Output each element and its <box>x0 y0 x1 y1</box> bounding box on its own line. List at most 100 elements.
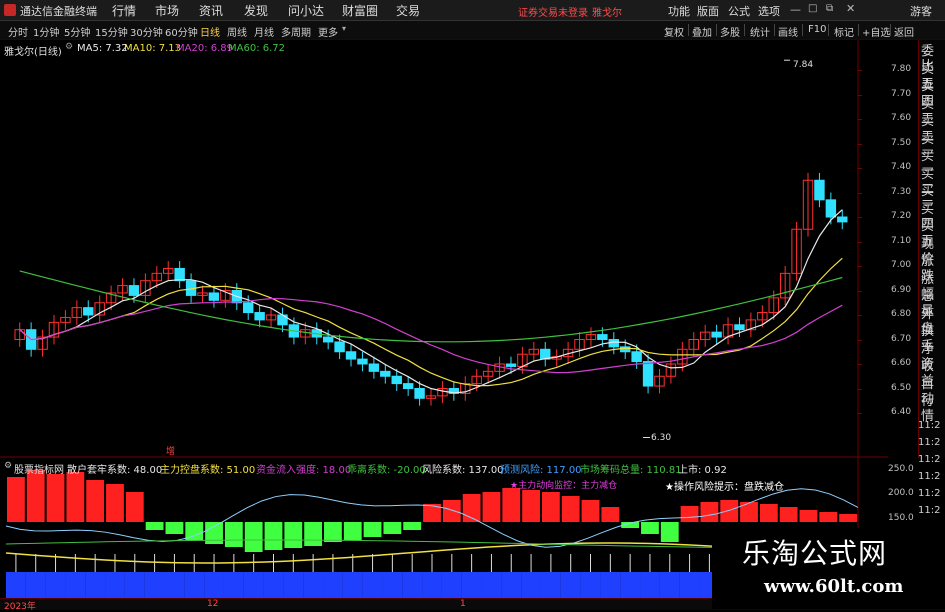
candle-body <box>254 312 265 321</box>
indicator-axis-200: 200.0 <box>888 488 914 498</box>
indicator-green-bar <box>324 522 342 542</box>
indicator-gear-icon[interactable]: ⚙ <box>4 461 12 471</box>
tab-multi-period[interactable]: 多周期 <box>281 24 311 39</box>
stats-button[interactable]: 统计 <box>750 24 770 39</box>
price-axis-tick <box>858 119 862 120</box>
indicator-blue-bar <box>461 572 482 598</box>
menu-trade[interactable]: 交易 <box>396 2 420 19</box>
indicator-red-bar <box>125 492 144 522</box>
settings-gear-icon[interactable]: ⚙ <box>65 42 73 52</box>
candle-body <box>608 339 620 348</box>
indicator-blue-bar <box>65 572 86 598</box>
maximize-icon[interactable]: □ <box>808 3 817 14</box>
ma5-label: MA5: 7.32 <box>77 43 128 54</box>
tab-30min[interactable]: 30分钟 <box>130 24 163 39</box>
indicator-red-bar <box>779 507 798 522</box>
indicator-red-bar <box>819 512 838 522</box>
indicator-green-bar <box>383 522 402 534</box>
login-status[interactable]: 证券交易未登录 <box>518 4 588 19</box>
tab-60min[interactable]: 60分钟 <box>165 24 198 39</box>
indicator-blue-bar <box>382 572 403 598</box>
indicator-value-6: 预测风险: 117.00 <box>500 465 582 476</box>
user-guest[interactable]: 游客 <box>910 3 932 19</box>
indicator-green-bar <box>304 522 323 546</box>
kline-chart-svg[interactable] <box>0 40 888 458</box>
price-axis-label: 7.10 <box>891 235 912 246</box>
candle-body <box>711 331 722 338</box>
ma60-label: MA60: 6.72 <box>228 43 286 54</box>
tab-5min[interactable]: 5分钟 <box>64 24 90 39</box>
mark-button[interactable]: 标记 <box>834 24 854 39</box>
date-label-dec: 12 <box>207 599 219 609</box>
price-axis-tick <box>858 413 862 414</box>
close-icon[interactable]: ✕ <box>846 2 855 15</box>
indicator-red-bar <box>541 492 560 522</box>
chart-background <box>0 40 888 458</box>
candle-body <box>814 179 825 201</box>
app-title: 通达信金融终端 <box>20 5 97 18</box>
indicator-red-bar <box>502 488 521 522</box>
adjust-button[interactable]: 复权 <box>664 24 684 39</box>
add-watchlist-button[interactable]: +自选 <box>862 24 890 39</box>
indicator-name[interactable]: 股票指标网 <box>14 461 64 476</box>
indicator-blue-bar <box>481 572 502 598</box>
chevron-down-icon[interactable]: ▾ <box>342 24 346 33</box>
menu-options[interactable]: 选项 <box>758 3 780 19</box>
menu-quotes[interactable]: 行情 <box>112 2 136 19</box>
indicator-red-bar <box>740 502 758 522</box>
indicator-blue-bar <box>243 572 264 598</box>
price-axis-label: 7.40 <box>891 162 912 172</box>
indicator-blue-bar <box>164 572 185 598</box>
menu-discover[interactable]: 发现 <box>244 2 268 19</box>
indicator-value-1: 散户套牢系数: 48.00 <box>67 465 163 476</box>
menu-ask[interactable]: 问小达 <box>288 2 324 19</box>
menu-news[interactable]: 资讯 <box>199 2 223 19</box>
indicator-red-bar <box>799 510 818 522</box>
menu-market[interactable]: 市场 <box>155 2 179 19</box>
menu-wealth-circle[interactable]: 财富圈 <box>342 2 378 19</box>
tab-15min[interactable]: 15分钟 <box>95 24 128 39</box>
indicator-blue-bar <box>362 572 383 598</box>
back-button[interactable]: 返回 <box>894 24 914 39</box>
price-axis-tick <box>858 168 862 169</box>
tab-monthly[interactable]: 月线 <box>254 24 274 39</box>
tab-timeshare[interactable]: 分时 <box>8 24 28 39</box>
indicator-green-bar <box>145 522 164 530</box>
menu-function[interactable]: 功能 <box>668 3 690 19</box>
multi-stock-button[interactable]: 多股 <box>720 24 740 39</box>
chart-title: 雅戈尔(日线) <box>4 47 62 58</box>
tab-more[interactable]: 更多 <box>318 24 338 39</box>
candle-body <box>242 302 254 314</box>
indicator-blue-bar <box>263 572 284 598</box>
candle-body <box>391 375 402 385</box>
indicator-blue-bar <box>679 572 700 598</box>
indicator-blue-bar <box>303 572 324 598</box>
draw-line-button[interactable]: 画线 <box>778 24 798 39</box>
indicator-blue-bar <box>184 572 205 598</box>
title-bar: 通达信金融终端 行情 市场 资讯 发现 问小达 财富圈 交易 证券交易未登录 雅… <box>0 0 945 21</box>
tab-weekly[interactable]: 周线 <box>227 24 247 39</box>
indicator-blue-bar <box>204 572 224 598</box>
menu-layout[interactable]: 版面 <box>697 3 719 19</box>
f10-button[interactable]: F10 <box>808 24 826 35</box>
price-axis-label: 6.80 <box>891 309 912 319</box>
candle-body <box>734 324 745 331</box>
kline-chart-area[interactable]: 雅戈尔(日线) ⚙ MA5: 7.32 MA10: 7.13 MA20: 6.8… <box>0 40 911 458</box>
price-axis-label: 7.30 <box>891 186 912 197</box>
candle-body <box>402 383 414 390</box>
price-axis-tick <box>858 217 862 218</box>
indicator-red-bar <box>522 490 540 522</box>
separator <box>802 24 803 36</box>
restore-icon[interactable]: ⧉ <box>826 3 833 14</box>
minimize-icon[interactable]: — <box>790 3 801 16</box>
overlay-button[interactable]: 叠加 <box>692 24 712 39</box>
tab-1min[interactable]: 1分钟 <box>33 24 59 39</box>
indicator-red-bar <box>86 480 105 522</box>
menu-formula[interactable]: 公式 <box>728 3 750 19</box>
price-axis-tick <box>858 192 862 194</box>
candle-body <box>83 307 94 316</box>
indicator-red-bar <box>561 496 580 522</box>
indicator-green-bar <box>224 522 243 547</box>
tab-daily[interactable]: 日线 <box>200 24 220 39</box>
indicator-blue-bar <box>422 572 442 598</box>
